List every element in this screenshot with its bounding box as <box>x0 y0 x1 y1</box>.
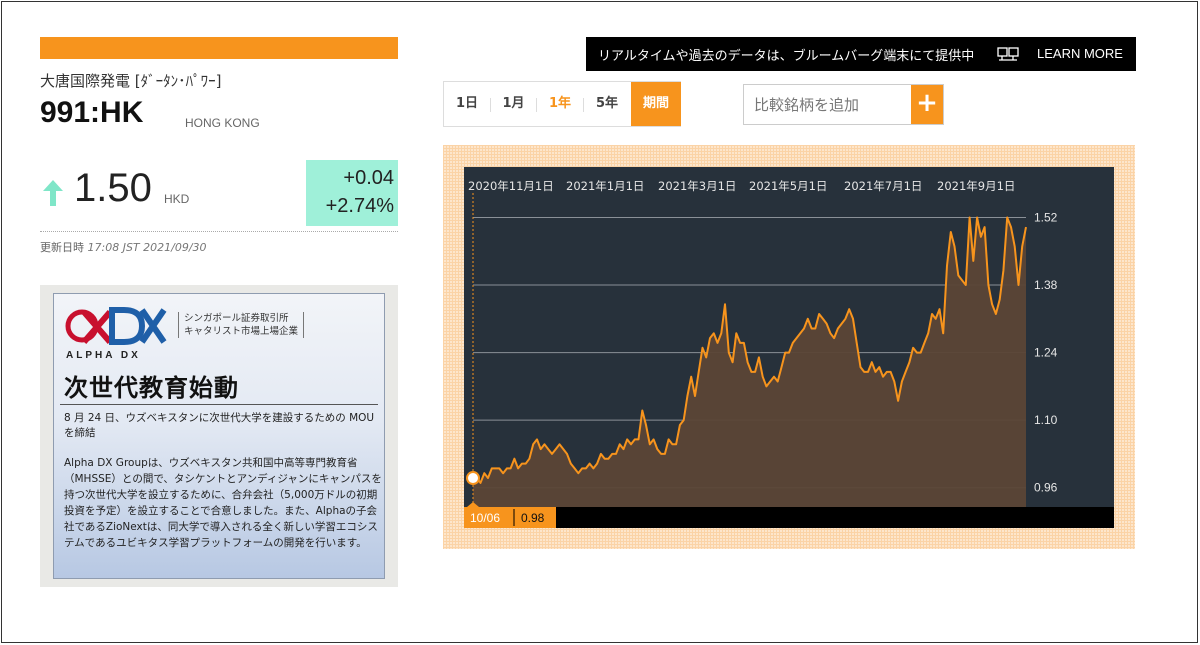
x-tick-label: 2021年9月1日 <box>937 179 1015 193</box>
compare-symbol-box: + <box>743 84 944 125</box>
up-arrow-icon <box>43 180 63 206</box>
bloomberg-terminal-banner[interactable]: リアルタイムや過去のデータは、ブルームバーグ端末にて提供中 LEARN MORE <box>586 37 1136 71</box>
learn-more-link[interactable]: LEARN MORE <box>1037 46 1123 61</box>
range-custom-period-button[interactable]: 期間 <box>631 82 681 126</box>
ticker-symbol: 991:HK <box>40 96 144 129</box>
change-percent: +2.74% <box>325 195 394 217</box>
range-1y-tab[interactable]: 1年 <box>537 82 583 126</box>
crosshair-value-label: 0.98 <box>521 511 545 525</box>
terminal-icon <box>997 47 1019 61</box>
last-price: 1.50 <box>74 166 152 210</box>
banner-text: リアルタイムや過去のデータは、ブルームバーグ端末にて提供中 <box>598 49 975 64</box>
updated-label: 更新日時 <box>40 241 84 254</box>
ad-headline: 次世代教育始動 <box>64 374 239 402</box>
ad-paragraph-1: 8 月 24 日、ウズベキスタンに次世代大学を建設するための MOU を締結 <box>64 412 375 439</box>
x-tick-label: 2021年3月1日 <box>658 179 736 193</box>
alpha-dx-logo: ALPHA DX <box>65 307 167 361</box>
price-chart-container: 1.52 1.38 1.24 1.10 0.96 2020年11月1日 2021年1月1日 2… <box>443 145 1135 549</box>
range-1d-tab[interactable]: 1日 <box>444 82 490 126</box>
change-absolute: +0.04 <box>343 167 394 189</box>
updated-value: 17:08 JST 2021/09/30 <box>87 241 207 254</box>
crosshair-date-label: 10/06 <box>470 511 500 525</box>
chart-footer-bar <box>464 507 1114 528</box>
x-tick-label: 2021年5月1日 <box>749 179 827 193</box>
company-name: 大唐国際発電 [ﾀﾞｰﾀﾝ･ﾊﾟﾜｰ] <box>40 72 222 90</box>
x-tick-label: 2020年11月1日 <box>468 179 554 193</box>
logo-wordmark: ALPHA DX <box>66 350 141 361</box>
y-tick-label: 1.24 <box>1034 346 1058 360</box>
y-tick-label: 1.52 <box>1034 210 1058 224</box>
x-tick-label: 2021年1月1日 <box>566 179 644 193</box>
time-range-selector: 1日 1月 1年 5年 期間 <box>443 81 681 127</box>
compare-symbol-input[interactable] <box>744 85 912 124</box>
crosshair-marker <box>466 471 480 486</box>
ad-divider <box>60 404 378 405</box>
divider <box>40 231 398 232</box>
update-timestamp: 更新日時 17:08 JST 2021/09/30 <box>40 239 207 255</box>
exchange-name: HONG KONG <box>185 116 260 130</box>
advertisement[interactable]: ALPHA DX シンガポール証券取引所 キャタリスト市場上場企業 次世代教育始… <box>40 285 398 587</box>
ad-sub-line1: シンガポール証券取引所 <box>184 313 289 324</box>
accent-bar <box>40 37 398 59</box>
range-5y-tab[interactable]: 5年 <box>584 82 630 126</box>
y-tick-label: 1.38 <box>1034 278 1058 292</box>
ad-paragraph-2: Alpha DX Groupは、ウズベキスタン共和国中高等専門教育省（MHSSE… <box>64 457 382 549</box>
y-tick-label: 1.10 <box>1034 413 1058 427</box>
add-compare-button[interactable]: + <box>911 85 943 124</box>
ad-sub-line2: キャタリスト市場上場企業 <box>184 326 299 337</box>
ad-listing-note: シンガポール証券取引所 キャタリスト市場上場企業 <box>178 312 305 338</box>
price-chart[interactable]: 1.52 1.38 1.24 1.10 0.96 2020年11月1日 2021年1月1日 2… <box>443 145 1135 549</box>
price-currency: HKD <box>164 192 190 206</box>
y-tick-label: 0.96 <box>1034 481 1058 495</box>
x-tick-label: 2021年7月1日 <box>844 179 922 193</box>
range-1m-tab[interactable]: 1月 <box>491 82 536 126</box>
price-change-box: +0.04 +2.74% <box>306 160 398 226</box>
ad-panel[interactable]: ALPHA DX シンガポール証券取引所 キャタリスト市場上場企業 次世代教育始… <box>53 293 385 579</box>
